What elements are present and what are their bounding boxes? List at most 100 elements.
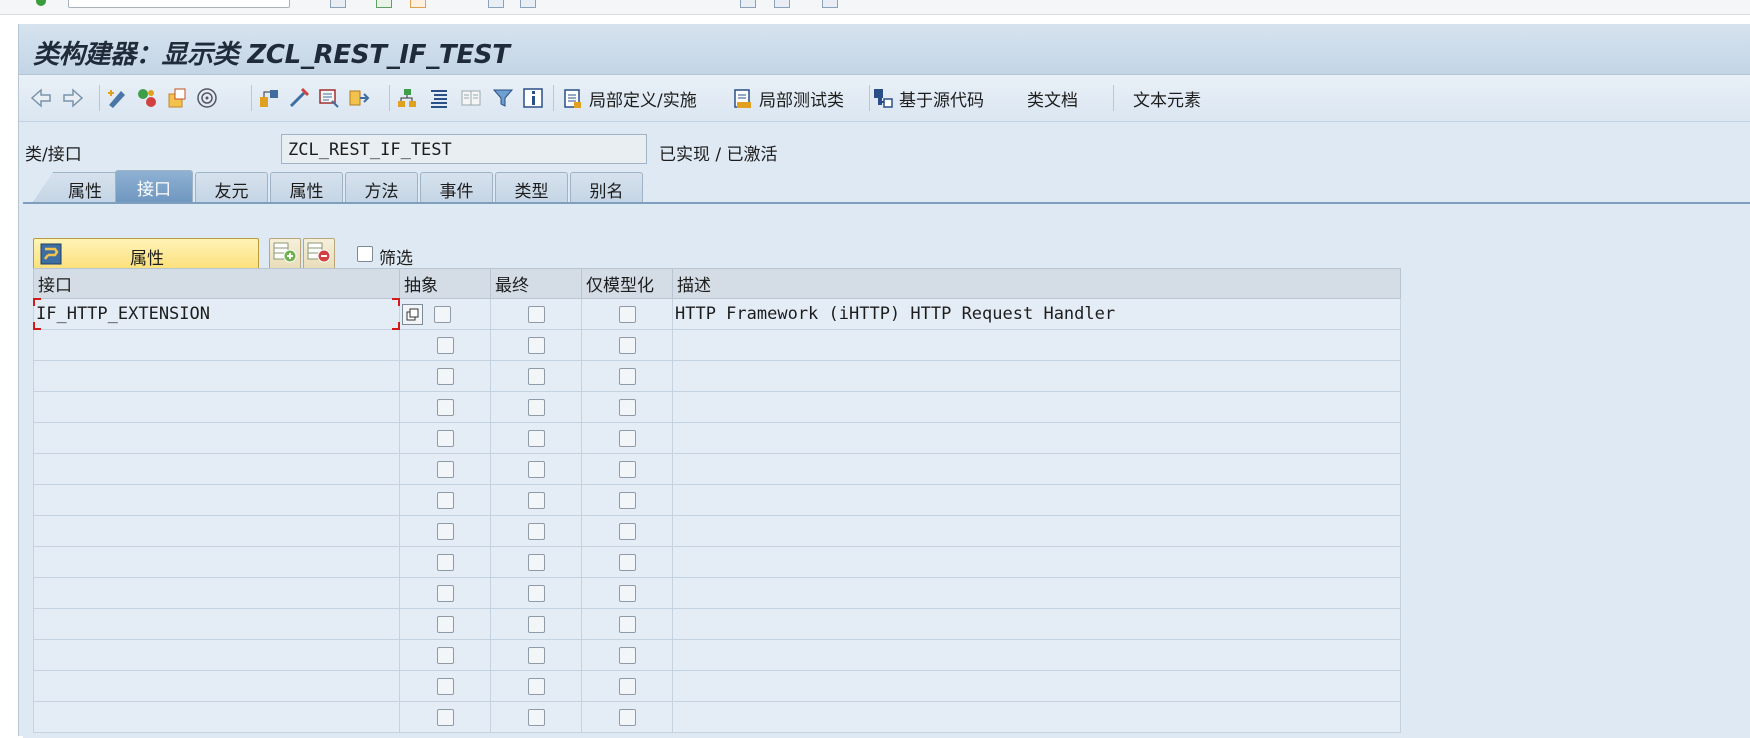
abstract-checkbox[interactable] xyxy=(434,305,451,323)
description-cell[interactable] xyxy=(672,701,1401,733)
description-cell[interactable]: HTTP Framework (iHTTP) HTTP Request Hand… xyxy=(672,298,1401,330)
final-checkbox[interactable] xyxy=(527,646,545,664)
activate-icon[interactable] xyxy=(165,86,189,110)
interface-cell[interactable]: IF_HTTP_EXTENSION xyxy=(33,298,400,330)
local-definitions-button[interactable]: 局部定义/实施 xyxy=(561,85,697,111)
modeled-only-checkbox[interactable] xyxy=(618,398,636,416)
final-checkbox[interactable] xyxy=(527,584,545,602)
description-cell[interactable] xyxy=(672,577,1401,609)
save-icon[interactable] xyxy=(330,0,346,8)
enter-icon[interactable] xyxy=(36,0,46,6)
class-documentation-button[interactable]: 类文档 xyxy=(1023,85,1078,111)
back-nav-icon[interactable] xyxy=(376,0,392,8)
interface-cell[interactable] xyxy=(33,608,400,640)
description-cell[interactable] xyxy=(672,546,1401,578)
modeled-only-checkbox[interactable] xyxy=(618,429,636,447)
pretty-printer-icon[interactable] xyxy=(427,86,451,110)
column-header-final[interactable]: 最终 xyxy=(490,268,582,299)
final-checkbox[interactable] xyxy=(527,398,545,416)
check-icon[interactable] xyxy=(135,86,159,110)
abstract-checkbox[interactable] xyxy=(436,491,454,509)
documentation-icon[interactable] xyxy=(459,86,483,110)
modeled-only-checkbox[interactable] xyxy=(618,615,636,633)
interface-cell[interactable] xyxy=(33,484,400,516)
modeled-only-checkbox[interactable] xyxy=(618,553,636,571)
filter-checkbox[interactable] xyxy=(357,246,373,262)
modeled-only-checkbox[interactable] xyxy=(618,460,636,478)
insert-row-button[interactable] xyxy=(269,238,301,270)
description-cell[interactable] xyxy=(672,608,1401,640)
abstract-checkbox[interactable] xyxy=(436,677,454,695)
cancel-icon[interactable] xyxy=(488,0,504,8)
column-header-modeled-only[interactable]: 仅模型化 xyxy=(581,268,673,299)
tab-types[interactable]: 类型 xyxy=(495,172,568,202)
description-cell[interactable] xyxy=(672,422,1401,454)
interface-cell[interactable] xyxy=(33,701,400,733)
abstract-checkbox[interactable] xyxy=(436,553,454,571)
display-change-icon[interactable] xyxy=(105,86,129,110)
description-cell[interactable] xyxy=(672,484,1401,516)
tab-properties[interactable]: 属性 xyxy=(33,172,117,202)
modeled-only-checkbox[interactable] xyxy=(618,646,636,664)
abstract-checkbox[interactable] xyxy=(436,522,454,540)
final-checkbox[interactable] xyxy=(527,522,545,540)
description-cell[interactable] xyxy=(672,391,1401,423)
modeled-only-checkbox[interactable] xyxy=(618,522,636,540)
description-cell[interactable] xyxy=(672,670,1401,702)
description-cell[interactable] xyxy=(672,639,1401,671)
tab-interfaces[interactable]: 接口 xyxy=(115,170,193,202)
navigation-icon[interactable] xyxy=(287,86,311,110)
description-cell[interactable] xyxy=(672,360,1401,392)
tab-events[interactable]: 事件 xyxy=(420,172,493,202)
modeled-only-checkbox[interactable] xyxy=(618,367,636,385)
modeled-only-checkbox[interactable] xyxy=(618,708,636,726)
interface-cell[interactable] xyxy=(33,577,400,609)
abstract-checkbox[interactable] xyxy=(436,708,454,726)
tab-attributes[interactable]: 属性 xyxy=(270,172,343,202)
local-test-classes-button[interactable]: 局部测试类 xyxy=(731,85,844,111)
abstract-checkbox[interactable] xyxy=(436,646,454,664)
final-checkbox[interactable] xyxy=(527,491,545,509)
final-checkbox[interactable] xyxy=(527,460,545,478)
display-object-icon[interactable] xyxy=(317,86,341,110)
interface-cell[interactable] xyxy=(33,329,400,361)
column-header-interface[interactable]: 接口 xyxy=(33,268,400,299)
description-cell[interactable] xyxy=(672,329,1401,361)
interface-cell[interactable] xyxy=(33,546,400,578)
find-icon[interactable] xyxy=(740,0,756,8)
final-checkbox[interactable] xyxy=(527,615,545,633)
abstract-checkbox[interactable] xyxy=(436,398,454,416)
description-cell[interactable] xyxy=(672,453,1401,485)
abstract-checkbox[interactable] xyxy=(436,336,454,354)
forward-icon[interactable] xyxy=(61,86,85,110)
abstract-checkbox[interactable] xyxy=(436,367,454,385)
where-used-icon[interactable] xyxy=(195,86,219,110)
text-elements-button[interactable]: 文本元素 xyxy=(1111,85,1201,111)
modeled-only-checkbox[interactable] xyxy=(618,336,636,354)
modeled-only-checkbox[interactable] xyxy=(618,305,636,323)
interface-cell[interactable] xyxy=(33,639,400,671)
class-name-field[interactable]: ZCL_REST_IF_TEST xyxy=(281,134,647,164)
modeled-only-checkbox[interactable] xyxy=(618,491,636,509)
modeled-only-checkbox[interactable] xyxy=(618,584,636,602)
abstract-checkbox[interactable] xyxy=(436,429,454,447)
value-help-button[interactable] xyxy=(402,304,423,325)
column-header-abstract[interactable]: 抽象 xyxy=(399,268,491,299)
interface-cell[interactable] xyxy=(33,515,400,547)
command-field[interactable] xyxy=(68,0,290,8)
print-icon[interactable] xyxy=(520,0,536,8)
final-checkbox[interactable] xyxy=(527,367,545,385)
object-list-icon[interactable] xyxy=(257,86,281,110)
final-checkbox[interactable] xyxy=(527,677,545,695)
tab-aliases[interactable]: 别名 xyxy=(570,172,643,202)
tab-methods[interactable]: 方法 xyxy=(345,172,418,202)
final-checkbox[interactable] xyxy=(527,305,545,323)
final-checkbox[interactable] xyxy=(527,553,545,571)
description-cell[interactable] xyxy=(672,515,1401,547)
final-checkbox[interactable] xyxy=(527,429,545,447)
final-checkbox[interactable] xyxy=(527,336,545,354)
interface-cell[interactable] xyxy=(33,453,400,485)
hierarchy-icon[interactable] xyxy=(395,86,419,110)
attributes-button[interactable]: 属性 xyxy=(33,238,259,270)
final-checkbox[interactable] xyxy=(527,708,545,726)
